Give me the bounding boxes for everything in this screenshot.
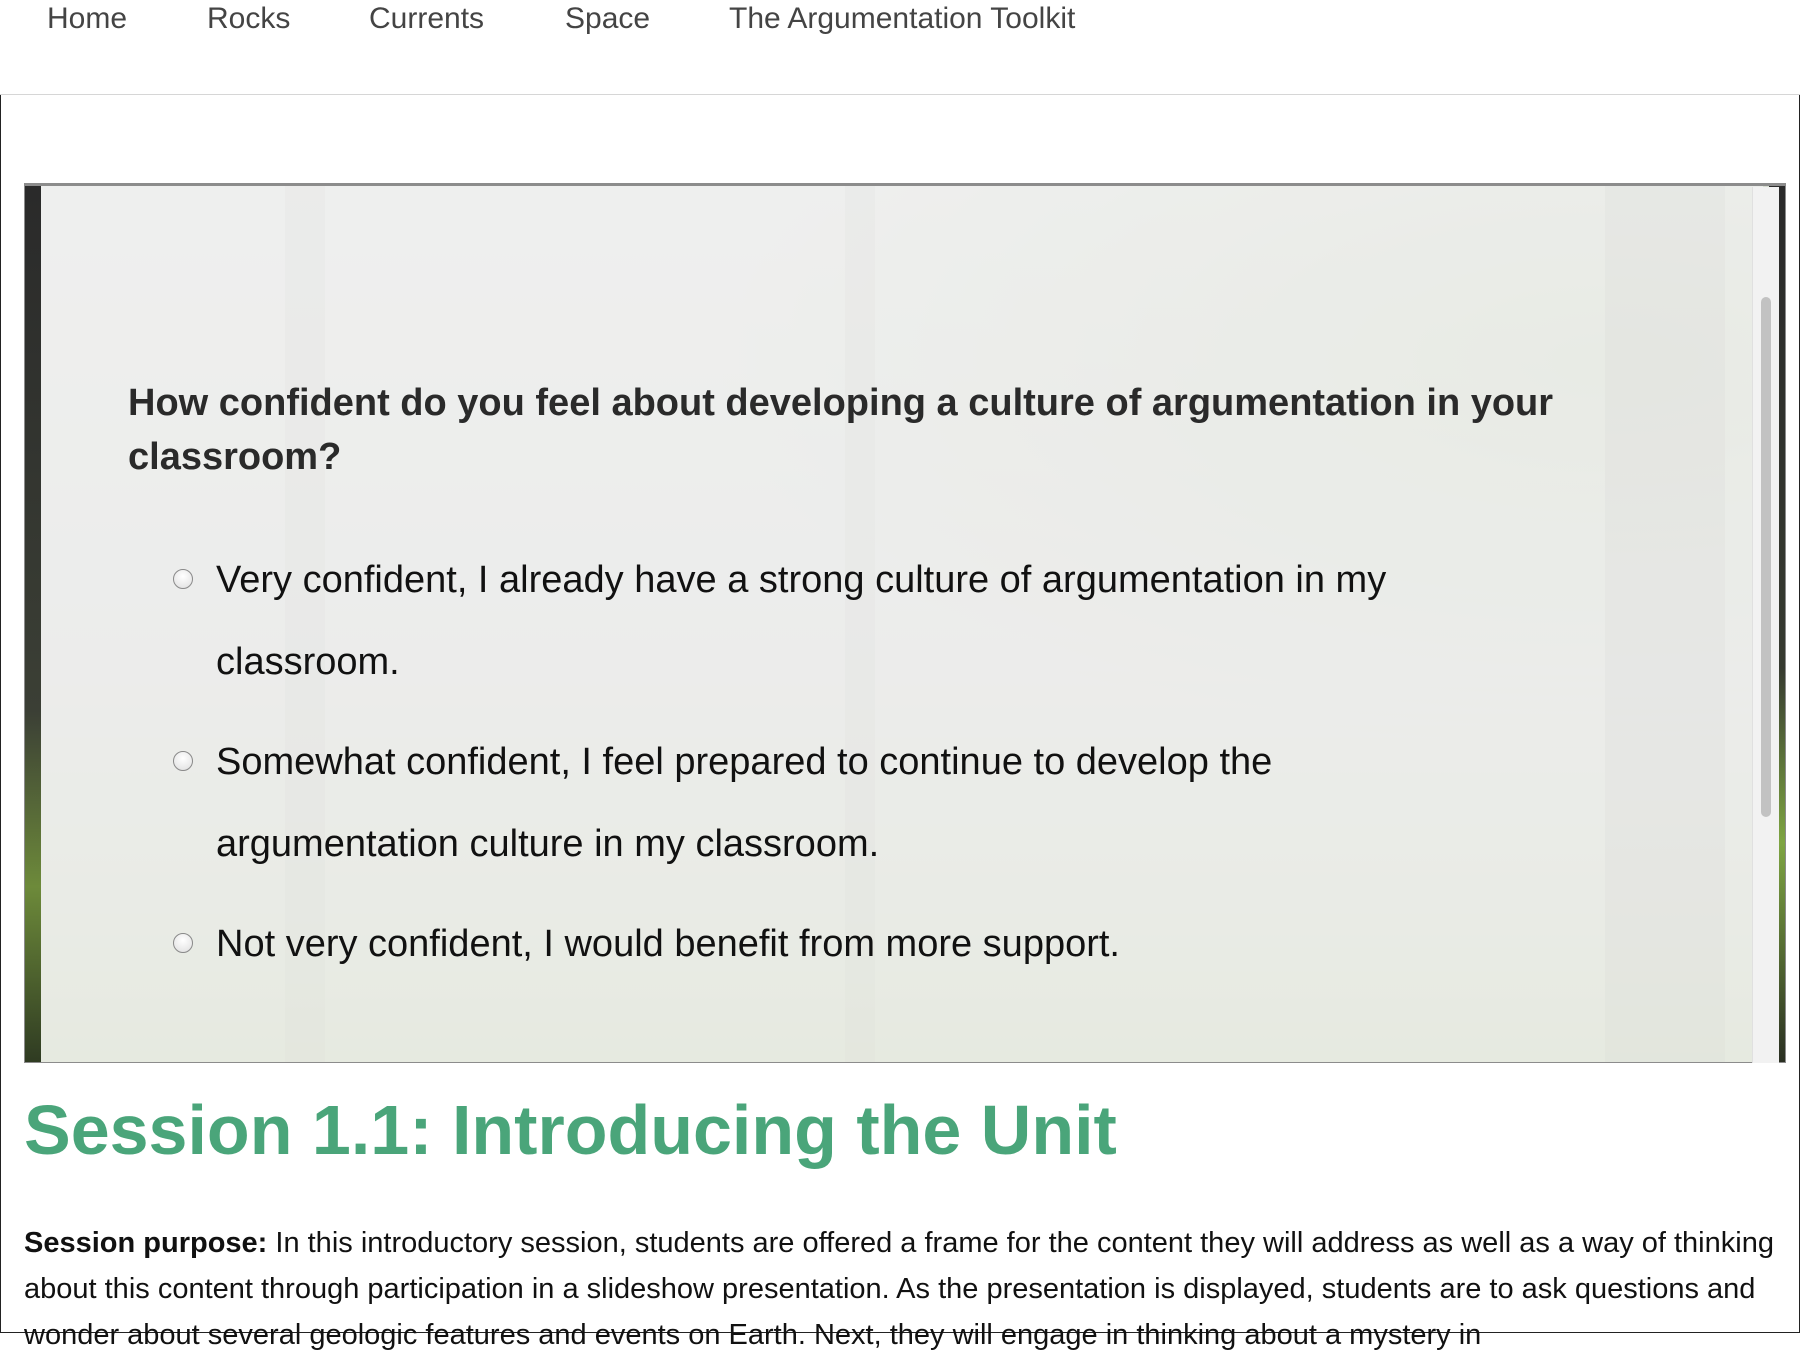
survey-scrollbar[interactable] [1752,187,1779,1063]
survey-option-label[interactable]: Not very confident, I would benefit from… [216,903,1466,985]
radio-button[interactable] [173,933,193,953]
session-purpose-label: Session purpose: [24,1227,268,1259]
nav-argumentation-toolkit[interactable]: The Argumentation Toolkit [729,2,1075,36]
nav-currents[interactable]: Currents [369,2,484,36]
session-purpose: Session purpose: In this introductory se… [24,1220,1784,1358]
survey-option-label[interactable]: Somewhat confident, I feel prepared to c… [216,721,1466,885]
radio-button[interactable] [173,569,193,589]
background-edge-left [25,186,41,1062]
survey-option-label[interactable]: Very confident, I already have a strong … [216,539,1466,703]
session-title: Session 1.1: Introducing the Unit [24,1091,1117,1169]
nav-space[interactable]: Space [565,2,650,36]
top-navigation: Home Rocks Currents Space The Argumentat… [0,0,1800,95]
nav-home[interactable]: Home [47,2,127,36]
session-purpose-text: In this introductory session, students a… [24,1227,1774,1351]
radio-button[interactable] [173,751,193,771]
nav-rocks[interactable]: Rocks [207,2,290,36]
survey-frame: How confident do you feel about developi… [24,183,1786,1063]
scrollbar-thumb[interactable] [1761,297,1771,817]
survey-question: How confident do you feel about developi… [128,382,1554,478]
